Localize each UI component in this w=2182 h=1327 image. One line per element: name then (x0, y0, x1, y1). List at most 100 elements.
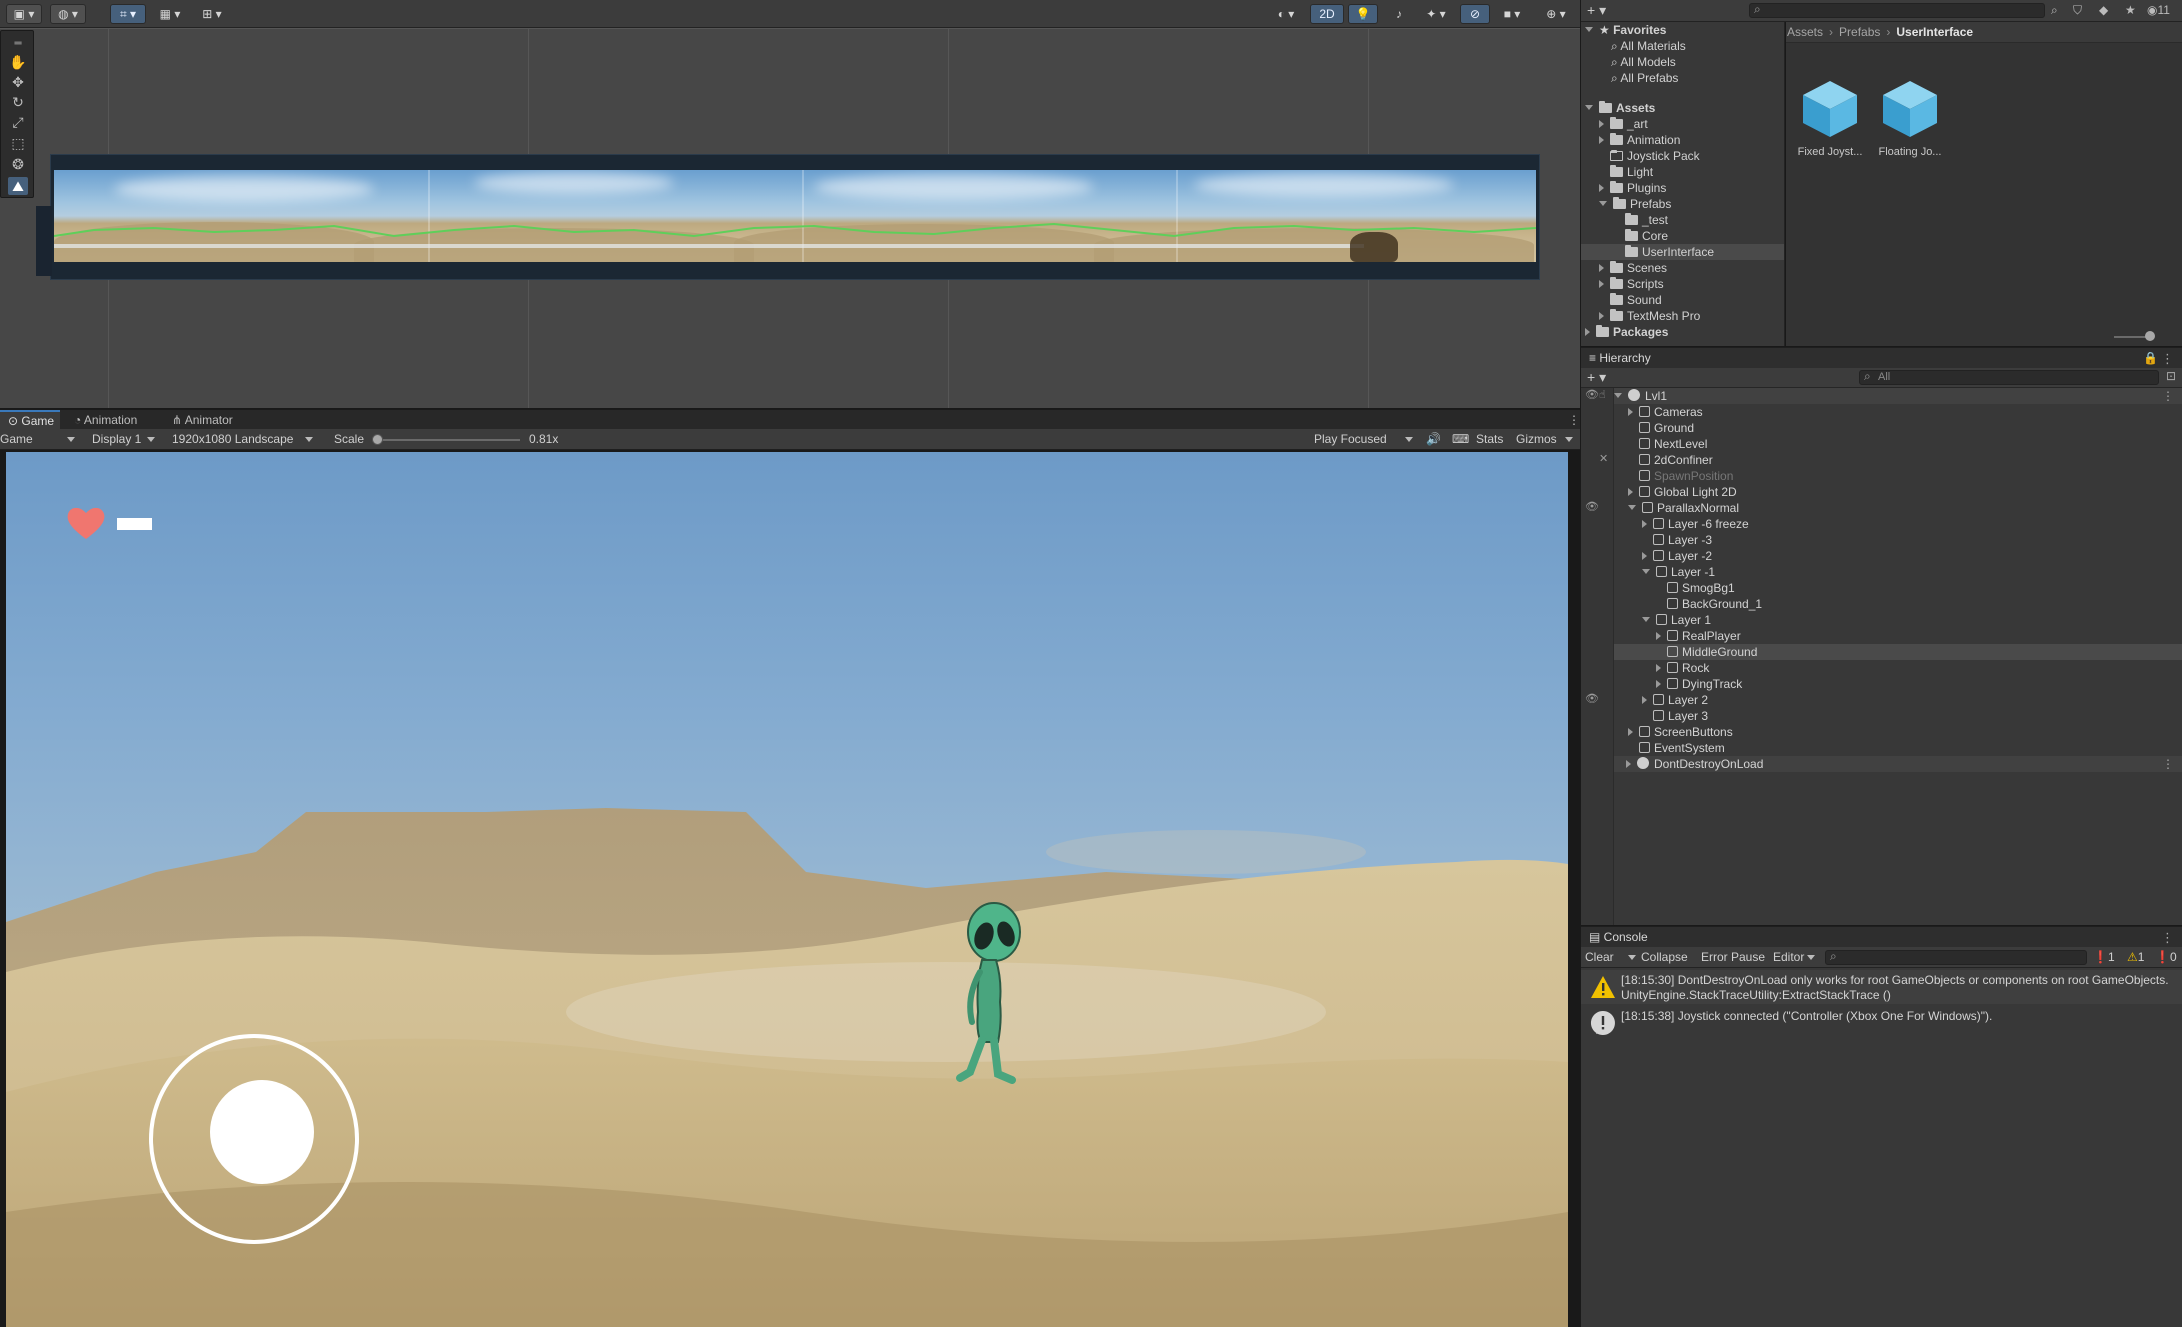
folder-item[interactable]: Scenes (1581, 260, 1784, 276)
favorite-item[interactable]: ⌕ All Materials (1581, 38, 1784, 54)
hierarchy-item[interactable]: EventSystem (1614, 740, 2182, 756)
hierarchy-item[interactable]: Layer -6 freeze (1614, 516, 2182, 532)
folder-item[interactable]: Sound (1581, 292, 1784, 308)
favorite-item[interactable]: ⌕ All Models (1581, 54, 1784, 70)
tag-icon[interactable]: ◆ (2099, 3, 2108, 17)
scene-root[interactable]: Lvl1 ⋮ (1614, 388, 2182, 404)
custom-tool-icon[interactable]: ⛰ (8, 177, 28, 195)
hierarchy-item[interactable]: Layer 3 (1614, 708, 2182, 724)
grid-snap-icon[interactable]: ⌗ ▾ (110, 4, 146, 24)
hidden-icon[interactable]: 👁 (1585, 692, 1599, 705)
dont-destroy-scene[interactable]: DontDestroyOnLoad ⋮ (1614, 756, 2182, 772)
project-search-input[interactable] (1749, 3, 2045, 18)
asset-item[interactable]: Floating Jo... (1872, 77, 1948, 158)
search-by-type-icon[interactable]: ⌕ (2051, 3, 2058, 18)
ruler-icon[interactable]: ⊞ ▾ (194, 4, 230, 24)
folder-item[interactable]: _art (1581, 116, 1784, 132)
hierarchy-item[interactable]: Layer 2 (1614, 692, 2182, 708)
breadcrumb-item[interactable]: UserInterface (1896, 25, 1973, 39)
more-icon[interactable]: ⋮ (2162, 388, 2174, 404)
folder-item[interactable]: Light (1581, 164, 1784, 180)
hidden-icon[interactable]: 👁 (1585, 500, 1599, 513)
rect-tool-icon[interactable]: ▣ ▾ (6, 4, 42, 24)
more-icon[interactable]: ⋮ (2162, 756, 2174, 772)
hierarchy-item[interactable]: Cameras (1614, 404, 2182, 420)
joystick-knob[interactable] (210, 1080, 314, 1184)
console-search-input[interactable] (1825, 950, 2087, 965)
folder-item[interactable]: Scripts (1581, 276, 1784, 292)
hierarchy-item[interactable]: Ground (1614, 420, 2182, 436)
hierarchy-item[interactable]: Global Light 2D (1614, 484, 2182, 500)
asset-item[interactable]: Fixed Joyst... (1792, 77, 1868, 158)
folder-item-selected[interactable]: UserInterface (1581, 244, 1784, 260)
level-preview[interactable] (54, 170, 1536, 262)
hierarchy-item[interactable]: NextLevel (1614, 436, 2182, 452)
tab-game[interactable]: ⊙ Game (0, 410, 60, 430)
search-by-label-icon[interactable]: ⛉ (2073, 3, 2082, 18)
console-entry-info[interactable]: [18:15:38] Joystick connected ("Controll… (1581, 1006, 2182, 1040)
more-icon[interactable]: ⋮ (2161, 351, 2174, 367)
hierarchy-item[interactable]: Layer 1 (1614, 612, 2182, 628)
favorites-header[interactable]: ★ Favorites (1581, 22, 1784, 38)
hierarchy-item[interactable]: Layer -1 (1614, 564, 2182, 580)
warning-count-toggle[interactable]: ⚠1 (2127, 947, 2144, 968)
lighting-icon[interactable]: 💡 (1348, 4, 1378, 24)
rect-transform-tool-icon[interactable]: ⬚ (8, 134, 28, 152)
visibility-icon[interactable]: ⊘ (1460, 4, 1490, 24)
hierarchy-item[interactable]: MiddleGround (1614, 644, 2182, 660)
folder-item[interactable]: Animation (1581, 132, 1784, 148)
favorite-item[interactable]: ⌕ All Prefabs (1581, 70, 1784, 86)
lock-icon[interactable]: 🔒 (2143, 351, 2158, 365)
move-tool-icon[interactable]: ✥ (8, 73, 28, 91)
hierarchy-item[interactable]: ScreenButtons (1614, 724, 2182, 740)
add-gameobject-icon[interactable]: + ▾ (1587, 369, 1606, 386)
assets-folder[interactable]: Assets (1581, 100, 1784, 116)
hierarchy-item[interactable]: DyingTrack (1614, 676, 2182, 692)
folder-item[interactable]: TextMesh Pro (1581, 308, 1784, 324)
pickable-icon[interactable]: ☝ (1599, 388, 1606, 401)
hierarchy-item[interactable]: Rock (1614, 660, 2182, 676)
scale-slider[interactable] (378, 439, 520, 441)
add-asset-icon[interactable]: + ▾ (1587, 2, 1606, 19)
hand-tool-icon[interactable]: ✋ (8, 53, 28, 71)
scale-slider-thumb[interactable] (372, 434, 383, 445)
game-mode-dropdown[interactable]: Game (0, 429, 78, 450)
hierarchy-item[interactable]: RealPlayer (1614, 628, 2182, 644)
tab-animation[interactable]: ◔ Animation (66, 410, 145, 430)
camera-icon[interactable]: ■ ▾ (1494, 4, 1530, 24)
view-2d-button[interactable]: 2D (1310, 4, 1344, 24)
folder-item[interactable]: _test (1581, 212, 1784, 228)
effects-icon[interactable]: ✦ ▾ (1418, 4, 1454, 24)
rotate-tool-icon[interactable]: ↻ (8, 93, 28, 111)
more-icon[interactable]: ⋮ (2161, 930, 2174, 946)
folder-item[interactable]: Prefabs (1581, 196, 1784, 212)
globe-icon[interactable]: ◍ ▾ (50, 4, 86, 24)
hidden-packages-icon[interactable]: ◉11 (2147, 3, 2170, 17)
tab-hierarchy[interactable]: ≡ Hierarchy (1589, 351, 1651, 365)
hierarchy-item[interactable]: BackGround_1 (1614, 596, 2182, 612)
play-mode-dropdown[interactable]: Play Focused (1314, 429, 1413, 450)
hierarchy-item[interactable]: Layer -2 (1614, 548, 2182, 564)
hierarchy-search-input[interactable]: All (1859, 370, 2159, 385)
stats-button[interactable]: Stats (1476, 429, 1503, 450)
packages-folder[interactable]: Packages (1581, 324, 1784, 340)
search-options-icon[interactable]: ⊡ (2166, 369, 2176, 383)
info-count-toggle[interactable]: ❗1 (2093, 947, 2115, 968)
grid-icon[interactable]: ▦ ▾ (152, 4, 188, 24)
breadcrumb-item[interactable]: Prefabs (1839, 25, 1880, 39)
mute-audio-icon[interactable]: 🔊 (1426, 429, 1441, 450)
error-count-toggle[interactable]: ❗0 (2155, 947, 2177, 968)
hierarchy-item[interactable]: SmogBg1 (1614, 580, 2182, 596)
visibility-icon[interactable]: 👁 (1585, 388, 1599, 401)
keyboard-icon[interactable]: ⌨ (1452, 429, 1469, 450)
collapse-toggle[interactable]: Collapse (1641, 947, 1688, 968)
folder-item[interactable]: Plugins (1581, 180, 1784, 196)
icon-size-slider-thumb[interactable] (2145, 331, 2155, 341)
clear-dropdown[interactable]: Clear (1585, 947, 1636, 968)
console-entry-warning[interactable]: [18:15:30] DontDestroyOnLoad only works … (1581, 970, 2182, 1004)
folder-item[interactable]: Core (1581, 228, 1784, 244)
gizmo-icon[interactable]: ⊕ ▾ (1536, 4, 1576, 24)
gizmos-dropdown[interactable]: Gizmos (1516, 429, 1573, 450)
transform-tool-icon[interactable]: ❂ (8, 155, 28, 173)
display-dropdown[interactable]: Display 1 (92, 429, 156, 450)
